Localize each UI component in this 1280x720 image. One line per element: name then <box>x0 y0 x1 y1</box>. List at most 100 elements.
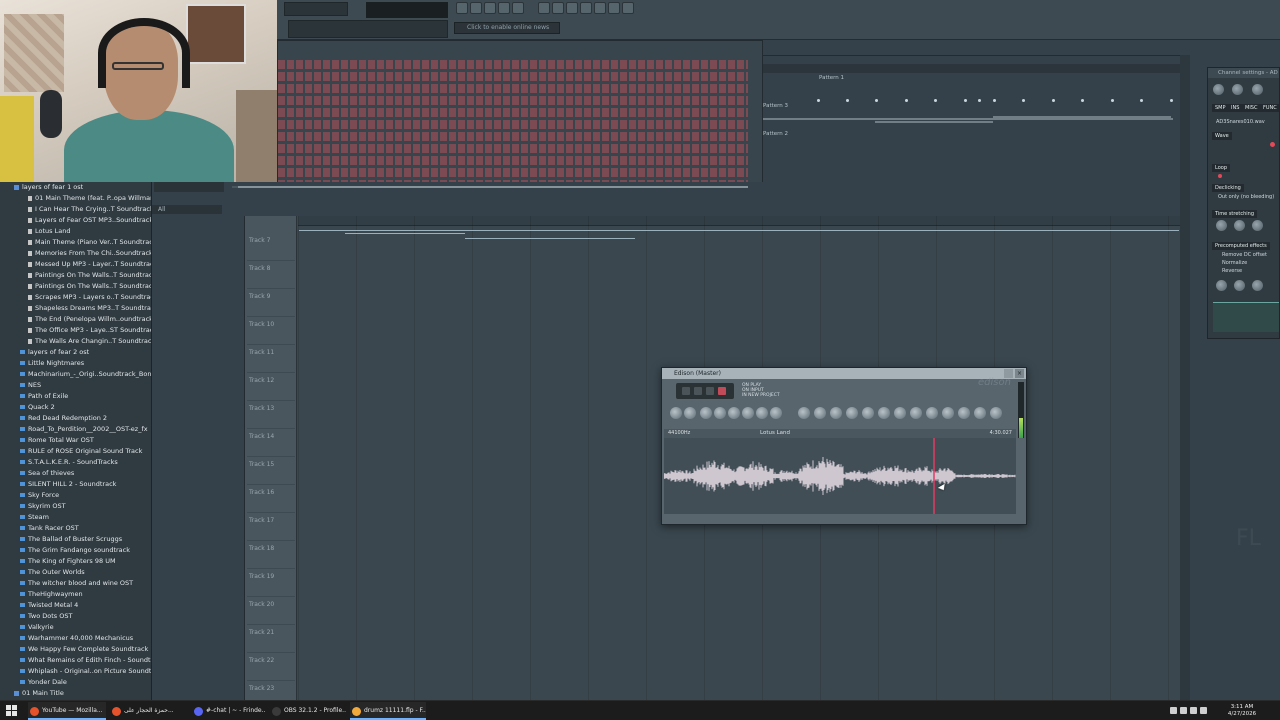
snap-icon[interactable] <box>974 407 986 419</box>
eq-icon[interactable] <box>830 407 842 419</box>
effect-knob[interactable] <box>1252 280 1263 291</box>
browser-item[interactable]: Quack 2 <box>0 402 151 413</box>
browser-item[interactable]: Shapeless Dreams MP3..T Soundtracks for … <box>0 303 151 314</box>
browser-item[interactable]: Rome Total War OST <box>0 435 151 446</box>
browser-item[interactable]: Little Nightmares <box>0 358 151 369</box>
tools-icon[interactable] <box>728 407 740 419</box>
track-header[interactable]: Track 13 <box>247 402 295 429</box>
pitch-icon[interactable] <box>878 407 890 419</box>
menu-strip[interactable] <box>284 2 348 16</box>
taskbar-app[interactable]: #-chat | ~ - Frinde... <box>192 702 266 720</box>
browser-item[interactable]: Sky Force <box>0 490 151 501</box>
playlist-clip[interactable] <box>465 238 635 239</box>
cs-tab-misc[interactable]: MISC <box>1242 104 1261 112</box>
track-header[interactable]: Track 11 <box>247 346 295 373</box>
channel-settings-title[interactable]: Channel settings - AD <box>1208 68 1279 78</box>
play-icon[interactable] <box>706 387 714 395</box>
effect-knob[interactable] <box>1234 280 1245 291</box>
browser-item[interactable]: Two Dots OST <box>0 611 151 622</box>
browser-item[interactable]: 01 Main Theme (feat. P..opa Willmann-Szy… <box>0 193 151 204</box>
pattern-3-label[interactable]: Pattern 3 <box>763 103 788 109</box>
browser-item[interactable]: Path of Exile <box>0 391 151 402</box>
playlist-icon[interactable] <box>538 2 550 14</box>
pattern-note[interactable] <box>905 99 908 102</box>
browser-item[interactable]: Paintings On The Walls..T Soundtracks fo… <box>0 281 151 292</box>
pattern-note[interactable] <box>1111 99 1114 102</box>
record-button[interactable] <box>498 2 510 14</box>
cs-tab-smp[interactable]: SMP <box>1212 104 1229 112</box>
playlist-scrollbar[interactable] <box>1180 55 1190 700</box>
remove-dc-option[interactable]: Remove DC offset <box>1222 252 1267 258</box>
browser-item[interactable]: We Happy Few Complete Soundtrack <box>0 644 151 655</box>
start-button[interactable] <box>6 705 18 717</box>
browser-item[interactable]: TheHighwaymen <box>0 589 151 600</box>
browser-icon[interactable] <box>566 2 578 14</box>
piano-roll-icon[interactable] <box>552 2 564 14</box>
tempo-button[interactable] <box>512 2 524 14</box>
edison-window[interactable]: Edison (Master) × ON PLAY ON INPUT IN NE… <box>661 367 1027 525</box>
taskbar-app[interactable]: حمزة الحجار على... <box>110 702 188 720</box>
browser-item[interactable]: The King of Fighters 98 UM <box>0 556 151 567</box>
settings-icon[interactable] <box>990 407 1002 419</box>
volume-knob[interactable] <box>1213 84 1224 95</box>
browser-item[interactable]: RULE of ROSE Original Sound Track <box>0 446 151 457</box>
record-icon[interactable] <box>718 387 726 395</box>
browser-item[interactable]: Road_To_Perdition__2002__OST-ez_fx <box>0 424 151 435</box>
track-header[interactable]: Track 14 <box>247 430 295 457</box>
browser-item[interactable]: Layers of Fear OST MP3..Soundtracks for … <box>0 215 151 226</box>
volume-icon[interactable] <box>1190 707 1197 714</box>
browser-item[interactable]: S.T.A.L.K.E.R. - SoundTracks <box>0 457 151 468</box>
browser-item[interactable]: Valkyrie <box>0 622 151 633</box>
undo-icon[interactable] <box>798 407 810 419</box>
browser-item[interactable]: layers of fear 2 ost <box>0 347 151 358</box>
track-header[interactable]: Track 16 <box>247 486 295 513</box>
track-header[interactable]: Track 17 <box>247 514 295 541</box>
region-icon[interactable] <box>756 407 768 419</box>
spectrum-icon[interactable] <box>894 407 906 419</box>
plugin-database-icon[interactable] <box>608 2 620 14</box>
track-header[interactable]: Track 12 <box>247 374 295 401</box>
browser-item[interactable]: Steam <box>0 512 151 523</box>
pan-knob[interactable] <box>1232 84 1243 95</box>
playlist-clip[interactable] <box>345 233 465 234</box>
cs-tab-func[interactable]: FUNC <box>1260 104 1279 112</box>
trim-icon[interactable] <box>742 407 754 419</box>
browser-item[interactable]: Sea of thieves <box>0 468 151 479</box>
edison-waveform[interactable] <box>664 438 1016 514</box>
stop-button[interactable] <box>484 2 496 14</box>
reverb-icon[interactable] <box>846 407 858 419</box>
browser-item[interactable]: 01 Main Title <box>0 688 151 699</box>
browser-item[interactable]: Whiplash - Original..on Picture Soundtra… <box>0 666 151 677</box>
convolve-icon[interactable] <box>910 407 922 419</box>
online-news-bar[interactable]: Click to enable online news <box>454 22 560 34</box>
track-header[interactable]: Track 8 <box>247 262 295 289</box>
browser-item[interactable]: Skyrim OST <box>0 501 151 512</box>
track-header[interactable]: Track 18 <box>247 542 295 569</box>
pattern-1-label[interactable]: Pattern 1 <box>819 75 844 81</box>
track-header[interactable]: Track 9 <box>247 290 295 317</box>
browser-item[interactable]: I Can Hear The Crying..T Soundtracks for… <box>0 204 151 215</box>
sample-waveform-preview[interactable] <box>1213 302 1279 332</box>
edit-icon[interactable] <box>714 407 726 419</box>
browser-item[interactable]: The Office MP3 - Laye..ST Soundtracks fo… <box>0 325 151 336</box>
clock[interactable]: 3:11 AM 4/27/2026 <box>1218 704 1266 718</box>
pattern-selector[interactable] <box>288 20 448 38</box>
play-button[interactable] <box>470 2 482 14</box>
pattern-note[interactable] <box>993 99 996 102</box>
pattern-note[interactable] <box>964 99 967 102</box>
loop-indicator[interactable] <box>1218 174 1222 178</box>
cs-tab-ins[interactable]: INS <box>1228 104 1243 112</box>
browser-item[interactable]: Yonder Dale <box>0 677 151 688</box>
browser-item[interactable]: layers of fear 1 ost <box>0 182 151 193</box>
track-header[interactable]: Track 20 <box>247 598 295 625</box>
playlist-clip[interactable] <box>299 230 1179 231</box>
battery-icon[interactable] <box>1200 707 1207 714</box>
browser-item[interactable]: Warhammer 40,000 Mechanicus <box>0 633 151 644</box>
waveform-graph[interactable] <box>664 438 1016 514</box>
channel-settings-window[interactable]: Channel settings - AD SMP INS MISC FUNC … <box>1207 67 1280 339</box>
pattern-mode-button[interactable] <box>456 2 468 14</box>
pattern-note[interactable] <box>875 99 878 102</box>
browser-item[interactable]: What Remains of Edith Finch - Soundtrack <box>0 655 151 666</box>
browser-item[interactable]: The witcher blood and wine OST <box>0 578 151 589</box>
time-stretch-knob[interactable] <box>1252 220 1263 231</box>
